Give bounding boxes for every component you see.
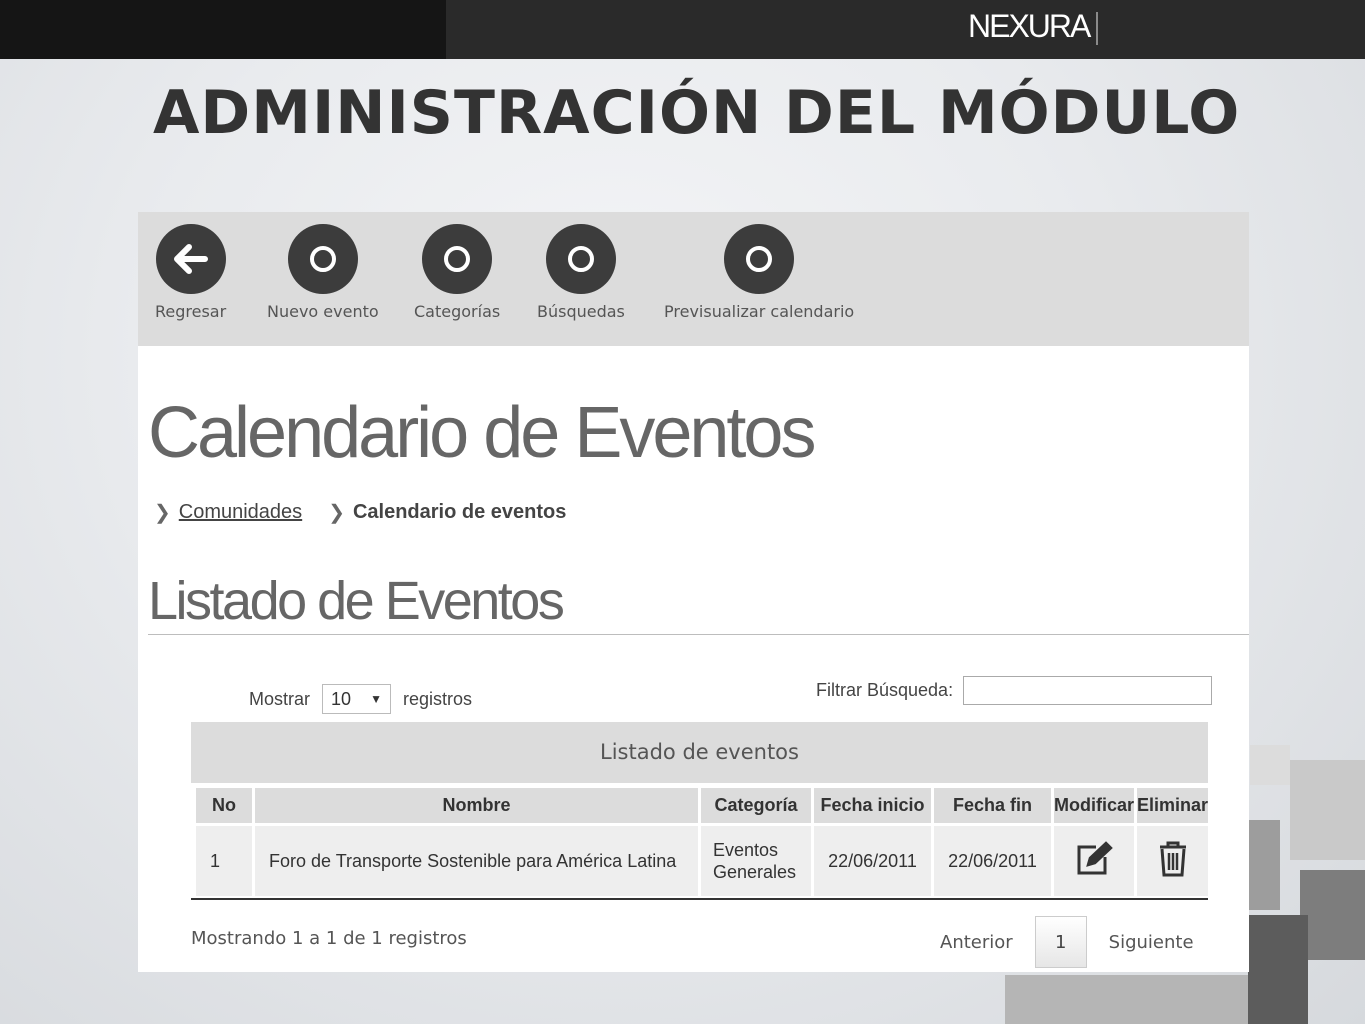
column-header-modificar: Modificar (1054, 788, 1135, 823)
table-row: 1 Foro de Transporte Sostenible para Amé… (196, 826, 1209, 896)
categories-label: Categorías (414, 302, 501, 321)
filter-control: Filtrar Búsqueda: (816, 676, 1213, 705)
back-label: Regresar (155, 302, 227, 321)
events-table: No Nombre Categoría Fecha inicio Fecha f… (193, 785, 1211, 899)
page-size-value: 10 (331, 688, 352, 709)
breadcrumb-link-comunidades[interactable]: Comunidades (179, 501, 302, 524)
cell-fecha-inicio: 22/06/2011 (814, 826, 931, 896)
breadcrumb-current: Calendario de eventos (352, 501, 567, 523)
logo-divider (1096, 12, 1098, 45)
decor-cube (1248, 915, 1308, 1024)
column-header-nombre[interactable]: Nombre (255, 788, 698, 823)
edit-button[interactable] (1054, 826, 1135, 896)
arrow-left-icon (155, 224, 226, 294)
slide-title: ADMINISTRACIÓN DEL MÓDULO (153, 78, 1241, 148)
cell-no: 1 (196, 826, 252, 896)
decor-cube (1250, 745, 1290, 785)
nexura-logo: NEXURA (968, 8, 1091, 44)
delete-button[interactable] (1137, 826, 1209, 896)
page-title: Calendario de Eventos (148, 393, 816, 473)
searches-button[interactable]: Búsquedas (537, 224, 625, 321)
top-bar-left (0, 0, 446, 59)
page-1-button[interactable]: 1 (1034, 916, 1087, 968)
preview-calendar-label: Previsualizar calendario (664, 302, 855, 321)
next-page-link[interactable]: Siguiente (1109, 932, 1194, 953)
decor-cube (1300, 870, 1365, 960)
filter-label: Filtrar Búsqueda: (816, 680, 954, 700)
circle-icon (422, 224, 493, 294)
categories-button[interactable]: Categorías (414, 224, 500, 321)
circle-icon (724, 224, 795, 294)
divider (148, 634, 1249, 635)
section-title: Listado de Eventos (148, 571, 565, 631)
filter-input[interactable] (963, 676, 1213, 705)
cell-categoria-line1: Eventos (713, 840, 779, 860)
show-label: Mostrar (249, 688, 311, 709)
cell-fecha-fin: 22/06/2011 (934, 826, 1051, 896)
toolbar: Regresar Nuevo evento Categorías Búsqued… (138, 212, 1249, 346)
table-bottom-border (191, 898, 1208, 900)
back-button[interactable]: Regresar (155, 224, 226, 321)
caret-down-icon: ▼ (370, 692, 383, 706)
trash-icon (1159, 841, 1186, 876)
records-label: registros (403, 688, 473, 709)
decor-cube (1290, 760, 1365, 860)
preview-calendar-button[interactable]: Previsualizar calendario (664, 224, 854, 321)
column-header-fecha-inicio[interactable]: Fecha inicio (814, 788, 931, 823)
page-size-control: Mostrar 10 ▼ registros (249, 684, 472, 714)
top-bar: NEXURA (0, 0, 1365, 59)
new-event-button[interactable]: Nuevo evento (267, 224, 379, 321)
circle-icon (287, 224, 358, 294)
records-info: Mostrando 1 a 1 de 1 registros (191, 928, 467, 949)
page-size-select[interactable]: 10 ▼ (322, 684, 392, 714)
breadcrumb: ❯ Comunidades ❯ Calendario de eventos (154, 500, 566, 525)
pagination: Anterior 1 Siguiente (940, 916, 1194, 968)
circle-icon (545, 224, 616, 294)
edit-icon (1077, 840, 1113, 874)
app-screenshot: Regresar Nuevo evento Categorías Búsqued… (138, 212, 1249, 972)
chevron-right-icon: ❯ (154, 502, 171, 524)
prev-page-link[interactable]: Anterior (940, 932, 1013, 953)
cell-categoria-line2: Generales (713, 862, 797, 882)
column-header-no[interactable]: No (196, 788, 252, 823)
chevron-right-icon: ❯ (328, 502, 345, 524)
table-title: Listado de eventos (191, 722, 1208, 783)
column-header-categoria[interactable]: Categoría (701, 788, 811, 823)
new-event-label: Nuevo evento (267, 302, 379, 321)
decor-cube (1005, 975, 1248, 1024)
cell-nombre: Foro de Transporte Sostenible para Améri… (255, 826, 698, 896)
table-header-row: No Nombre Categoría Fecha inicio Fecha f… (196, 788, 1209, 823)
column-header-eliminar: Eliminar (1137, 788, 1209, 823)
searches-label: Búsquedas (537, 302, 625, 321)
cell-categoria: Eventos Generales (701, 826, 811, 896)
column-header-fecha-fin[interactable]: Fecha fin (934, 788, 1051, 823)
